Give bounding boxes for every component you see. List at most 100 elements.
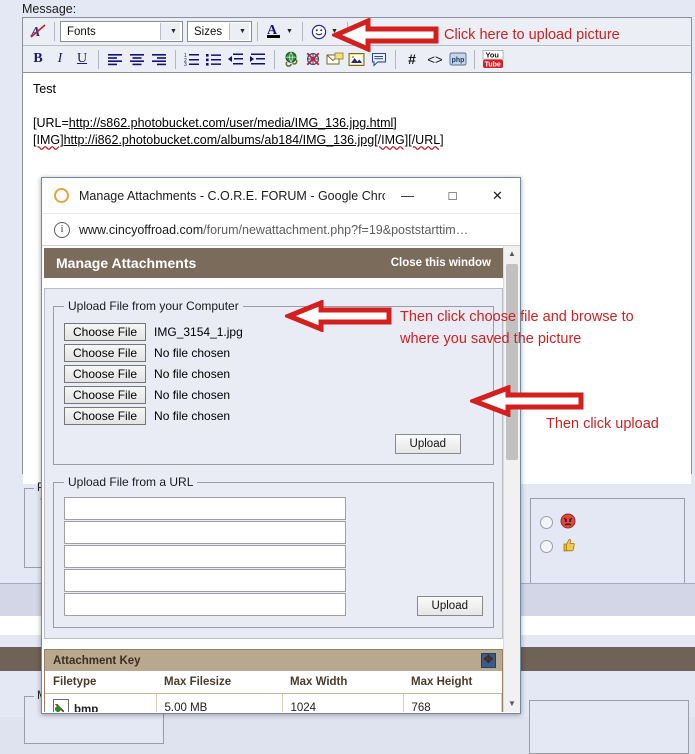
paint-file-icon (53, 699, 69, 712)
upload-from-url-group: Upload File from a URL Upload (53, 475, 494, 628)
toolbar-separator (175, 49, 176, 69)
svg-text:php: php (452, 57, 465, 64)
manage-attachments-header: Manage Attachments Close this window (44, 248, 503, 278)
upload-from-url-legend: Upload File from a URL (68, 475, 194, 489)
insert-link-icon[interactable] (280, 49, 302, 70)
italic-button[interactable]: I (49, 49, 71, 70)
bulleted-list-button[interactable] (203, 49, 225, 70)
table-header-row: Filetype Max Filesize Max Width Max Heig… (45, 671, 502, 694)
youtube-button[interactable]: You Tube (480, 49, 506, 70)
rating-thumbsup-radio[interactable] (540, 540, 553, 554)
upload-from-computer-legend: Upload File from your Computer (68, 299, 239, 313)
filetype-bmp: bmp (74, 704, 99, 712)
scroll-up-arrow[interactable]: ▲ (504, 246, 520, 262)
annotation-choose-file-line2: where you saved the picture (400, 331, 582, 347)
svg-text:Tube: Tube (485, 61, 501, 68)
close-this-window-link[interactable]: Close this window (391, 257, 491, 269)
page-title: Manage Attachments (56, 255, 197, 271)
url-input-1[interactable] (64, 497, 346, 520)
attachment-key-title: Attachment Key (53, 654, 141, 667)
toolbar-separator (301, 22, 303, 41)
annotation-arrow-upload-icon (332, 18, 439, 52)
column-max-width: Max Width (282, 671, 403, 694)
remove-link-icon[interactable] (302, 49, 324, 70)
file-name-1: IMG_3154_1.jpg (154, 324, 243, 339)
upload-computer-button[interactable]: Upload (394, 434, 461, 454)
toolbar-separator (274, 49, 275, 69)
window-title-bar[interactable]: Manage Attachments - C.O.R.E. FORUM - Go… (42, 178, 520, 214)
column-filetype: Filetype (45, 671, 156, 694)
scrollbar-thumb[interactable] (506, 264, 518, 460)
smilie-icon[interactable] (308, 21, 330, 42)
width-bmp: 1024 (282, 693, 404, 712)
chevron-down-icon[interactable]: ▼ (286, 28, 293, 35)
filesize-bmp: 5.00 MB (156, 693, 283, 712)
svg-text:3: 3 (184, 62, 187, 66)
chevron-down-icon: ▼ (160, 23, 180, 40)
toolbar-separator (54, 22, 55, 41)
url-text: www.cincyoffroad.com/forum/newattachment… (79, 223, 468, 237)
rating-angry-radio[interactable] (540, 516, 553, 530)
align-left-button[interactable] (104, 49, 126, 70)
file-name-2: No file chosen (154, 345, 231, 360)
font-color-icon[interactable]: A (263, 21, 285, 42)
annotation-arrow-choose-file (285, 300, 392, 332)
table-row: Choose File No file chosen (64, 384, 483, 405)
choose-file-button-2[interactable]: Choose File (64, 343, 147, 362)
attachment-key-table: Filetype Max Filesize Max Width Max Heig… (45, 671, 502, 712)
annotation-choose-file-line1: Then click choose file and browse to (400, 309, 634, 325)
maximize-button[interactable]: □ (430, 179, 475, 213)
choose-file-button-1[interactable]: Choose File (64, 322, 147, 341)
chevron-down-icon: ▼ (229, 23, 249, 40)
bold-button[interactable]: B (27, 49, 49, 70)
underline-button[interactable]: U (71, 49, 93, 70)
numbered-list-button[interactable]: 1 2 3 (181, 49, 203, 70)
url-input-2[interactable] (64, 521, 346, 544)
minimize-button[interactable]: — (385, 179, 430, 213)
url-input-4[interactable] (64, 569, 346, 592)
bg-rating-fieldset (530, 498, 685, 590)
toolbar-separator (98, 49, 99, 69)
url-input-3[interactable] (64, 545, 346, 568)
table-row: bmp 5.00 MB 1024 768 (45, 693, 502, 712)
table-row: Choose File No file chosen (64, 363, 483, 384)
photobucket-image-url: http://i862.photobucket.com/albums/ab184… (63, 133, 375, 147)
annotation-arrow-upload-button (470, 385, 584, 417)
file-name-3: No file chosen (154, 366, 231, 381)
column-max-filesize: Max Filesize (156, 671, 282, 694)
message-line-img: [IMG]http://i862.photobucket.com/albums/… (33, 133, 444, 147)
collapse-icon[interactable]: ✥ (481, 653, 496, 668)
choose-file-button-4[interactable]: Choose File (64, 385, 147, 404)
attachment-key-header: Attachment Key ✥ (45, 650, 502, 671)
choose-file-button-3[interactable]: Choose File (64, 364, 147, 383)
height-bmp: 768 (403, 693, 502, 712)
choose-file-button-5[interactable]: Choose File (64, 406, 147, 425)
fonts-select-value: Fonts (67, 25, 96, 38)
svg-text:You: You (486, 50, 500, 59)
site-info-icon[interactable]: i (54, 221, 70, 238)
manage-attachments-window: Manage Attachments - C.O.R.E. FORUM - Go… (41, 177, 521, 714)
close-button[interactable]: ✕ (475, 179, 520, 213)
toolbar-separator (395, 49, 396, 69)
remove-formatting-icon[interactable]: A (27, 21, 49, 42)
thumbs-up-icon (560, 537, 576, 556)
fonts-select[interactable]: Fonts ▼ (60, 21, 183, 42)
outdent-button[interactable] (225, 49, 247, 70)
upload-url-button[interactable]: Upload (416, 596, 483, 616)
align-right-button[interactable] (148, 49, 170, 70)
scroll-down-arrow[interactable]: ▼ (504, 696, 520, 712)
sizes-select[interactable]: Sizes ▼ (187, 21, 252, 42)
message-line-url: [URL=http://s862.photobucket.com/user/me… (33, 116, 397, 130)
message-line-1: Test (33, 82, 56, 96)
core-forum-favicon (54, 188, 69, 203)
url-input-5[interactable] (64, 593, 346, 616)
indent-button[interactable] (247, 49, 269, 70)
address-bar[interactable]: i www.cincyoffroad.com/forum/newattachme… (42, 214, 520, 246)
toolbar-separator (474, 49, 475, 69)
url-path: /forum/newattachment.php?f=19&poststartt… (203, 222, 469, 237)
toolbar-separator (257, 22, 258, 41)
url-domain: www.cincyoffroad.com (79, 222, 204, 237)
php-button[interactable]: php (447, 49, 469, 70)
align-center-button[interactable] (126, 49, 148, 70)
attachment-key-panel: Attachment Key ✥ Filetype Max Filesize M… (44, 649, 503, 712)
